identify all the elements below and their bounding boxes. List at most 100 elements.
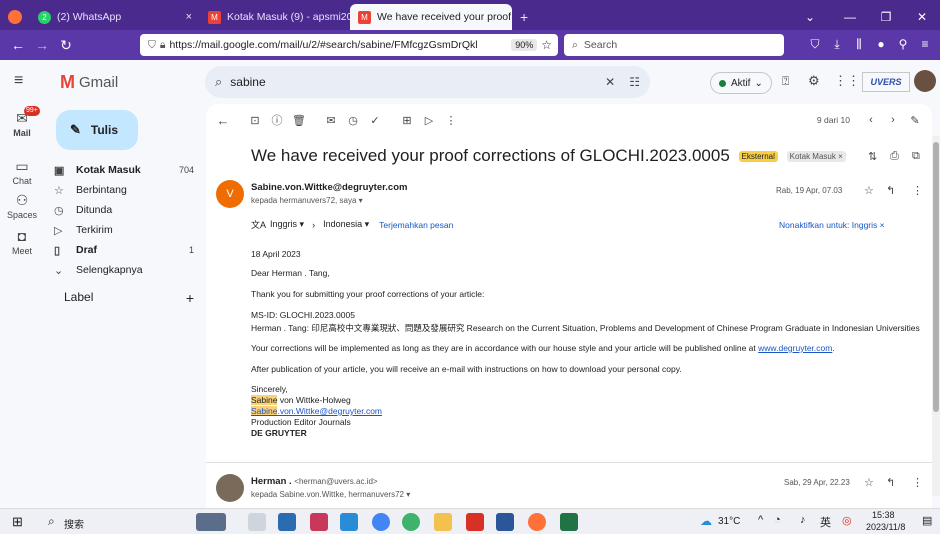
close-window-icon[interactable]: ✕ (904, 10, 940, 24)
rail-item-spaces[interactable]: ⚇ Spaces (0, 192, 44, 220)
calculator-icon[interactable] (278, 513, 296, 531)
nav-item-sent[interactable]: ▷ Terkirim (54, 220, 204, 240)
snooze-icon[interactable]: ◷ (342, 114, 364, 127)
forward-icon[interactable]: → (30, 37, 54, 53)
folder-icon[interactable] (434, 513, 452, 531)
status-selector[interactable]: Aktif ⌄ (710, 72, 772, 94)
older-icon[interactable]: › (882, 114, 904, 126)
pdf-icon[interactable] (466, 513, 484, 531)
nav-item-more[interactable]: ⌄ Selengkapnya (54, 260, 204, 280)
mail-search-input[interactable]: ⌕ sabine ✕ ☷ (205, 66, 650, 98)
taskbar-search[interactable]: 搜索 (64, 516, 84, 531)
chrome-icon[interactable] (372, 513, 390, 531)
new-tab-button[interactable]: + (512, 4, 536, 30)
scrollbar-thumb[interactable] (933, 142, 939, 412)
browser-search-input[interactable]: ⌕ Search (564, 34, 784, 56)
ime-icon[interactable]: 英 (820, 514, 831, 530)
archive-icon[interactable]: ⊡ (244, 114, 266, 127)
chevron-down-icon[interactable]: ⌄ (788, 10, 832, 24)
hamburger-menu-icon[interactable]: ≡ (14, 72, 23, 90)
recipients[interactable]: kepada Sabine.von.Wittke, hermanuvers72 … (251, 490, 410, 499)
tab-current-email[interactable]: M We have received your proof × (350, 4, 512, 30)
translate-from-select[interactable]: Inggris ▾ (270, 219, 304, 230)
label-icon[interactable]: ▷ (418, 114, 440, 127)
search-icon[interactable]: ⌕ (215, 74, 222, 90)
open-new-window-icon[interactable]: ⧉ (912, 150, 920, 163)
task-view-icon[interactable] (248, 513, 266, 531)
print-icon[interactable]: ⎙ (890, 150, 899, 163)
zoom-level[interactable]: 90% (511, 39, 538, 51)
nav-item-starred[interactable]: ☆ Berbintang (54, 180, 204, 200)
photo-app-icon[interactable] (196, 513, 226, 531)
reply-icon[interactable]: ↰ (886, 476, 895, 489)
bookmark-star-icon[interactable]: ☆ (541, 38, 552, 52)
move-to-icon[interactable]: ⊞ (396, 114, 418, 127)
add-label-button[interactable]: + (186, 290, 194, 306)
tab-whatsapp[interactable]: 2 (2) WhatsApp × (30, 4, 200, 30)
notification-icon[interactable]: ▤ (922, 514, 932, 527)
sender-name[interactable]: Sabine.von.Wittke@degruyter.com (251, 182, 407, 193)
app-tray-icon[interactable]: ◎ (842, 514, 852, 527)
library-icon[interactable]: ⫼ (848, 37, 870, 52)
rail-item-meet[interactable]: ◘ Meet (0, 228, 44, 256)
translate-to-select[interactable]: Indonesia ▾ (323, 219, 369, 230)
word-icon[interactable] (496, 513, 514, 531)
menu-icon[interactable]: ≡ (914, 37, 936, 52)
more-options-icon[interactable]: ⋮ (440, 114, 462, 127)
store-icon[interactable] (340, 513, 358, 531)
clock-time[interactable]: 15:38 (872, 510, 895, 520)
temperature[interactable]: 31°C (718, 516, 740, 527)
collapse-all-icon[interactable]: ⇅ (868, 150, 877, 163)
user-avatar[interactable] (914, 70, 936, 92)
sender-avatar[interactable] (216, 474, 244, 502)
newer-icon[interactable]: ‹ (860, 114, 882, 126)
nav-item-drafts[interactable]: ▯ Draf 1 (54, 240, 204, 260)
delete-icon[interactable]: 🗑︎ (288, 114, 310, 127)
extensions-icon[interactable]: ⚲ (892, 37, 914, 52)
reload-icon[interactable]: ↻ (54, 37, 78, 54)
translate-message-link[interactable]: Terjemahkan pesan (379, 220, 453, 230)
app-green-icon[interactable] (402, 513, 420, 531)
close-tab-icon[interactable]: × (178, 11, 192, 23)
search-options-icon[interactable]: ☷ (629, 75, 640, 89)
minimize-icon[interactable]: — (832, 10, 868, 24)
excel-icon[interactable] (560, 513, 578, 531)
address-bar[interactable]: ⛉ 🔒︎ https://mail.google.com/mail/u/2/#s… (140, 34, 558, 56)
nav-item-snoozed[interactable]: ◷ Ditunda (54, 200, 204, 220)
download-icon[interactable]: ⤓ (826, 37, 848, 52)
input-tools-icon[interactable]: ✎ (904, 114, 926, 127)
firefox-icon[interactable] (528, 513, 546, 531)
url-text[interactable]: https://mail.google.com/mail/u/2/#search… (169, 39, 477, 51)
report-spam-icon[interactable]: ⓘ (266, 112, 288, 128)
clock-date[interactable]: 2023/11/8 (866, 522, 905, 534)
sender-name[interactable]: Herman . <herman@uvers.ac.id> (251, 476, 378, 487)
mark-unread-icon[interactable]: ✉ (320, 114, 342, 127)
shield-icon[interactable]: ⛉ (148, 39, 156, 52)
gmail-logo[interactable]: M Gmail (60, 72, 118, 93)
lock-icon[interactable]: 🔒︎ (160, 39, 166, 52)
apps-grid-icon[interactable]: ⋮⋮ (834, 73, 860, 89)
inbox-label-badge[interactable]: Kotak Masuk × (786, 151, 846, 163)
volume-icon[interactable]: ♪ (800, 514, 806, 526)
org-logo[interactable]: UVERS (862, 72, 910, 92)
clear-search-icon[interactable]: ✕ (605, 75, 615, 89)
rail-item-mail[interactable]: ✉ 99+ Mail (0, 106, 44, 138)
back-to-list-icon[interactable]: ← (212, 113, 234, 128)
rail-item-chat[interactable]: ▭ Chat (0, 158, 44, 186)
reply-icon[interactable]: ↰ (886, 184, 895, 197)
account-icon[interactable]: ● (870, 37, 892, 52)
disable-translate-link[interactable]: Nonaktifkan untuk: Inggris × (779, 220, 885, 230)
degruyter-link[interactable]: www.degruyter.com (758, 343, 832, 353)
nav-item-inbox[interactable]: ▣ Kotak Masuk 704 (54, 160, 204, 180)
settings-gear-icon[interactable]: ⚙ (808, 73, 820, 89)
weather-icon[interactable]: ☁ (700, 514, 712, 528)
search-icon[interactable]: ⌕ (48, 514, 55, 529)
sender-avatar[interactable]: V (216, 180, 244, 208)
windows-start-icon[interactable]: ⊞ (12, 514, 23, 530)
network-icon[interactable]: ◔ (774, 514, 781, 526)
add-task-icon[interactable]: ✓ (364, 114, 386, 127)
help-icon[interactable]: ⍰ (782, 74, 789, 89)
star-icon[interactable]: ☆ (864, 184, 874, 197)
tab-kotak-masuk[interactable]: M Kotak Masuk (9) - apsmi2023 × (200, 4, 350, 30)
tray-chevron-icon[interactable]: ^ (758, 514, 763, 526)
